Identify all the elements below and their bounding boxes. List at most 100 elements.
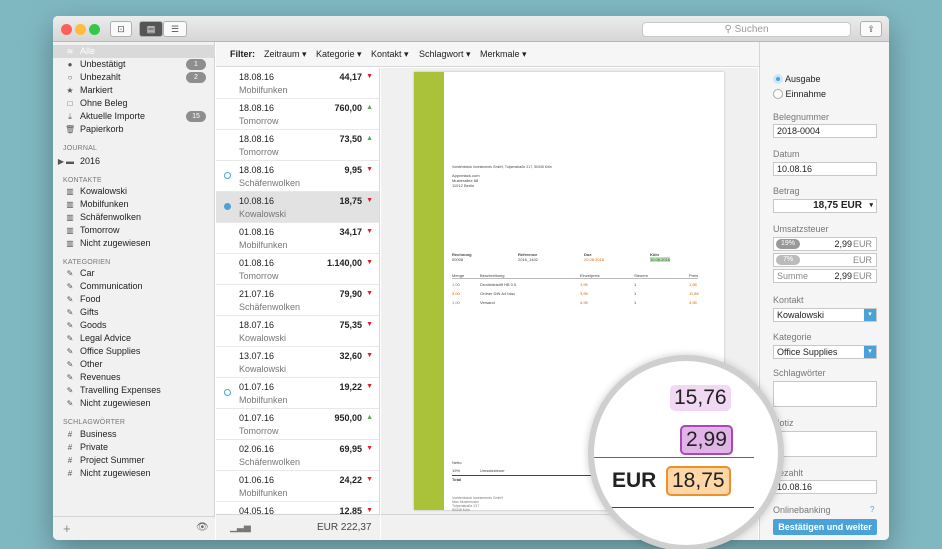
sidebar-item-category[interactable]: ✎ Revenues xyxy=(53,371,215,384)
sidebar-item-category[interactable]: ✎ Gifts xyxy=(53,306,215,319)
list-item[interactable]: 18.08.16 Mobilfunken 44,17 ▼ xyxy=(216,68,379,99)
pin-icon: ✎ xyxy=(66,295,74,304)
meta-value: 2016_1402 xyxy=(518,257,539,262)
expense-arrow-icon: ▼ xyxy=(366,445,373,452)
sidebar-item-markiert[interactable]: ★ Markiert xyxy=(53,84,215,97)
sidebar-item-category[interactable]: ✎ Car xyxy=(53,267,215,280)
sidebar-item-alle[interactable]: ≋ Alle xyxy=(53,45,215,58)
close-window-button[interactable] xyxy=(61,24,72,35)
list-item[interactable]: 18.08.16 Tomorrow 760,00 ▲ xyxy=(216,99,379,130)
betrag-field[interactable]: 18,75 EUR ▾ xyxy=(773,199,877,213)
list-icon[interactable]: ☰ xyxy=(163,21,187,37)
filter-zeitraum[interactable]: Zeitraum ▾ xyxy=(264,42,307,67)
schlagwoerter-field[interactable] xyxy=(773,381,877,407)
eye-icon[interactable]: 👁 xyxy=(196,522,209,533)
sidebar-item-label: 2016 xyxy=(80,156,101,166)
filter-merkmale[interactable]: Merkmale ▾ xyxy=(480,42,527,67)
sidebar-item-2016[interactable]: ▶ ▬ 2016 xyxy=(53,155,215,168)
help-icon[interactable]: ? xyxy=(870,505,874,514)
pin-icon: ✎ xyxy=(66,373,74,382)
item-contact: Kowalowski xyxy=(239,209,287,219)
footer-line: 50345 Köln xyxy=(452,508,470,512)
notiz-field[interactable] xyxy=(773,431,877,457)
zoom-window-button[interactable] xyxy=(89,24,100,35)
summe-row: Summe 2,99 EUR xyxy=(773,269,877,283)
datum-field[interactable]: 10.08.16 xyxy=(773,162,877,176)
sidebar-item-contact[interactable]: ▥ Tomorrow xyxy=(53,224,215,237)
sidebar-item-category[interactable]: ✎ Food xyxy=(53,293,215,306)
sidebar-item-label: Aktuelle Importe xyxy=(80,111,146,121)
list-item[interactable]: 02.06.16 Schäfenwolken 69,95 ▼ xyxy=(216,440,379,471)
list-item[interactable]: 18.08.16 Schäfenwolken 9,95 ▼ xyxy=(216,161,379,192)
list-item[interactable]: 18.08.16 Tomorrow 73,50 ▲ xyxy=(216,130,379,161)
item-contact: Mobilfunken xyxy=(239,488,288,498)
belegnummer-field[interactable]: 2018-0004 xyxy=(773,124,877,138)
list-item[interactable]: 01.08.16 Mobilfunken 34,17 ▼ xyxy=(216,223,379,254)
sender-line: Vorsteinbeck Investments GmbH, Tulpenstr… xyxy=(452,165,552,169)
filter-kategorie[interactable]: Kategorie ▾ xyxy=(316,42,362,67)
sidebar-item-papierkorb[interactable]: 🗑 Papierkorb xyxy=(53,123,215,136)
sidebar-item-contact[interactable]: ▥ Kowalowski xyxy=(53,185,215,198)
filter-kontakt[interactable]: Kontakt ▾ xyxy=(371,42,409,67)
item-contact: Tomorrow xyxy=(239,116,279,126)
kontakt-select[interactable]: Kowalowski ▾ xyxy=(773,308,877,322)
confirm-button[interactable]: Bestätigen und weiter xyxy=(773,519,877,535)
list-item[interactable]: 10.08.16 Kowalowski 18,75 ▼ xyxy=(216,192,379,223)
list-item[interactable]: 01.07.16 Mobilfunken 19,22 ▼ xyxy=(216,378,379,409)
list-item[interactable]: 13.07.16 Kowalowski 32,60 ▼ xyxy=(216,347,379,378)
minimize-window-button[interactable] xyxy=(75,24,86,35)
sidebar-item-contact[interactable]: ▥ Mobilfunken xyxy=(53,198,215,211)
list-item[interactable]: 04.05.16 12,85 ▼ xyxy=(216,502,379,514)
sidebar-item-contact[interactable]: ▥ Nicht zugewiesen xyxy=(53,237,215,250)
filter-schlagwort[interactable]: Schlagwort ▾ xyxy=(419,42,471,67)
radio-einnahme[interactable]: Einnahme xyxy=(773,89,826,99)
item-date: 01.06.16 xyxy=(239,475,275,485)
sidebar-item-category[interactable]: ✎ Legal Advice xyxy=(53,332,215,345)
sidebar-item-unbestaetigt[interactable]: ● Unbestätigt 1 xyxy=(53,58,215,71)
sidebar-icon[interactable]: ▤ xyxy=(139,21,163,37)
share-icon[interactable]: ⇪ xyxy=(860,21,882,37)
sidebar-item-category[interactable]: ✎ Goods xyxy=(53,319,215,332)
list-item[interactable]: 21.07.16 Schäfenwolken 79,90 ▼ xyxy=(216,285,379,316)
inbox-icon[interactable]: ⊡ xyxy=(110,21,132,37)
radio-ausgabe[interactable]: Ausgabe xyxy=(773,74,821,84)
income-arrow-icon: ▲ xyxy=(366,414,373,421)
tags-header: SCHLAGWÖRTER xyxy=(63,419,126,426)
sidebar-item-tag[interactable]: # Project Summer xyxy=(53,454,215,467)
sidebar-item-label: Gifts xyxy=(80,307,99,317)
search-input[interactable]: ⚲ Suchen xyxy=(642,22,851,37)
unconfirmed-icon xyxy=(224,203,231,210)
sidebar-item-category[interactable]: ✎ Communication xyxy=(53,280,215,293)
sidebar-item-ohne-beleg[interactable]: □ Ohne Beleg xyxy=(53,97,215,110)
list-item[interactable]: 01.06.16 Mobilfunken 24,22 ▼ xyxy=(216,471,379,502)
sidebar-item-tag[interactable]: # Business xyxy=(53,428,215,441)
sidebar-item-category[interactable]: ✎ Travelling Expenses xyxy=(53,384,215,397)
list-item[interactable]: 01.07.16 Tomorrow 950,00 ▲ xyxy=(216,409,379,440)
sidebar-item-contact[interactable]: ▥ Schäfenwolken xyxy=(53,211,215,224)
list-item[interactable]: 01.08.16 Tomorrow 1.140,00 ▼ xyxy=(216,254,379,285)
letterhead-bar xyxy=(414,72,444,510)
sidebar-item-tag[interactable]: # Nicht zugewiesen xyxy=(53,467,215,480)
sidebar-item-category[interactable]: ✎ Office Supplies xyxy=(53,345,215,358)
radio-unselected-icon xyxy=(773,89,783,99)
sidebar-item-aktuelle-importe[interactable]: ⤓ Aktuelle Importe 15 xyxy=(53,110,215,123)
sidebar-item-category[interactable]: ✎ Nicht zugewiesen xyxy=(53,397,215,410)
dot-icon: ● xyxy=(67,60,73,69)
count-badge: 1 xyxy=(186,59,206,70)
sidebar-item-tag[interactable]: # Private xyxy=(53,441,215,454)
building-icon: ▥ xyxy=(66,239,74,248)
expense-arrow-icon: ▼ xyxy=(366,321,373,328)
kategorie-select[interactable]: Office Supplies ▾ xyxy=(773,345,877,359)
sidebar-item-label: Other xyxy=(80,359,103,369)
belegnummer-label: Belegnummer xyxy=(773,112,830,122)
building-icon: ▥ xyxy=(66,200,74,209)
ust-row-19[interactable]: 19% 2,99 EUR xyxy=(773,237,877,251)
sidebar-item-unbezahlt[interactable]: ○ Unbezahlt 2 xyxy=(53,71,215,84)
chart-icon[interactable]: ▁▃▅ xyxy=(230,522,251,533)
list-item[interactable]: 18.07.16 Kowalowski 75,35 ▼ xyxy=(216,316,379,347)
trash-icon: 🗑 xyxy=(65,125,76,134)
bezahlt-field[interactable]: 10.08.16 xyxy=(773,480,877,494)
ust-row-7[interactable]: 7% EUR xyxy=(773,253,877,267)
add-icon[interactable]: + xyxy=(63,521,71,536)
sidebar-item-category[interactable]: ✎ Other xyxy=(53,358,215,371)
